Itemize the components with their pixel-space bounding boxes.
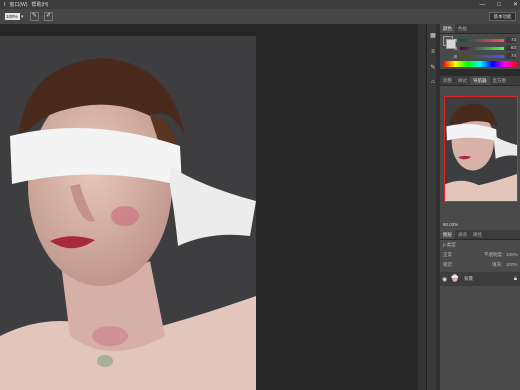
- navigator-preview-image: [445, 97, 517, 201]
- opacity-label: 不透明度:: [484, 252, 504, 257]
- tab-adjustments[interactable]: 调整: [440, 76, 455, 85]
- tab-color[interactable]: 颜色: [440, 24, 455, 33]
- tab-styles[interactable]: 样式: [455, 76, 470, 85]
- r-bar[interactable]: [460, 38, 504, 42]
- menu-item-help[interactable]: 帮助(H): [31, 1, 48, 8]
- tab-channels[interactable]: 通道: [455, 230, 470, 239]
- g-value[interactable]: 83: [506, 45, 516, 51]
- layer-kind-filter[interactable]: ρ 类型: [443, 242, 456, 248]
- close-button[interactable]: ✕: [513, 1, 518, 8]
- zoom-field[interactable]: 100%: [5, 13, 20, 20]
- g-slider[interactable]: G 83: [454, 45, 516, 51]
- options-bar: 100% ▾ ✎ ✐ 基本功能: [0, 9, 520, 25]
- fill-value[interactable]: 100%: [506, 262, 518, 268]
- r-value[interactable]: 73: [506, 37, 516, 43]
- zoom-dropdown-icon[interactable]: ▾: [21, 14, 24, 20]
- menu-item-window[interactable]: 窗口(W): [9, 1, 27, 8]
- lock-label: 锁定:: [443, 262, 454, 267]
- tab-swatches[interactable]: 色板: [455, 24, 470, 33]
- tab-histogram[interactable]: 直方图: [490, 76, 510, 85]
- vertical-scrollbar[interactable]: [418, 24, 426, 390]
- pressure-size-icon[interactable]: ✐: [44, 12, 53, 21]
- canvas-area[interactable]: [0, 24, 418, 390]
- navigator-panel: 调整 样式 导航器 直方图 50.02%: [440, 76, 520, 230]
- tab-navigator[interactable]: 导航器: [470, 76, 490, 85]
- menu-item-t[interactable]: t: [4, 2, 5, 8]
- menu-bar: t 窗口(W) 帮助(H) — □ ✕: [0, 0, 520, 9]
- b-value[interactable]: 74: [506, 53, 516, 59]
- document-canvas[interactable]: [0, 36, 256, 390]
- layer-row[interactable]: ◉ 背景 🔒︎: [440, 272, 520, 286]
- g-bar[interactable]: [460, 46, 504, 50]
- b-bar[interactable]: [460, 54, 504, 58]
- maximize-button[interactable]: □: [497, 2, 501, 8]
- tab-layers[interactable]: 图层: [440, 230, 455, 239]
- visibility-eye-icon[interactable]: ◉: [442, 276, 447, 283]
- b-slider[interactable]: B 74: [454, 53, 516, 59]
- blend-mode-select[interactable]: 正常: [443, 252, 452, 258]
- color-spectrum[interactable]: [443, 61, 517, 67]
- portrait-painting: [0, 36, 256, 390]
- layers-panel: 图层 通道 路径 ρ 类型 正常 不透明度: 100% 锁定: 填充: 100%…: [440, 230, 520, 390]
- airbrush-icon[interactable]: ✎: [30, 12, 39, 21]
- lock-icon: 🔒︎: [513, 276, 517, 282]
- opacity-value[interactable]: 100%: [506, 252, 518, 258]
- workspace-button[interactable]: 基本功能: [489, 12, 516, 21]
- layer-name[interactable]: 背景: [464, 276, 473, 282]
- r-slider[interactable]: R 73: [454, 37, 516, 43]
- color-panel: 颜色 色板 R 73 G 83 B 74: [440, 24, 520, 69]
- layer-thumbnail: [451, 274, 461, 284]
- navigator-zoom-value[interactable]: 50.02%: [443, 222, 458, 227]
- tab-paths[interactable]: 路径: [470, 230, 485, 239]
- navigator-thumbnail[interactable]: [444, 96, 518, 202]
- fill-label: 填充:: [492, 262, 503, 267]
- minimize-button[interactable]: —: [479, 2, 485, 8]
